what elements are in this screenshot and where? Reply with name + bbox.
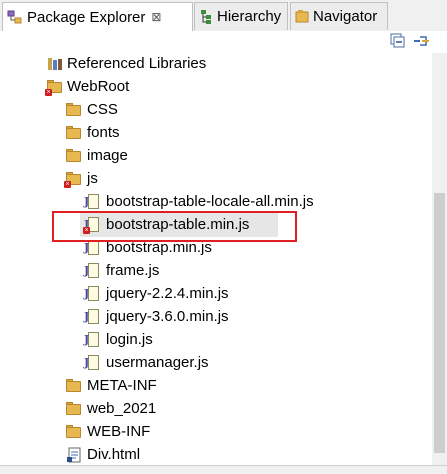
tree-item-meta-inf[interactable]: META-INF: [0, 375, 432, 398]
folder-icon: [66, 378, 82, 394]
tree-item-label: jquery-2.2.4.min.js: [106, 285, 229, 302]
tree-item-login[interactable]: J login.js: [0, 329, 432, 352]
tab-label: Navigator: [313, 8, 378, 25]
navigator-icon: [295, 9, 309, 25]
tree-item-label: login.js: [106, 331, 153, 348]
tree-item-web-inf[interactable]: WEB-INF: [0, 421, 432, 444]
tree-item-div-html[interactable]: Div.html: [0, 444, 432, 466]
view-toolbar: [0, 31, 447, 53]
view-tab-bar: Package Explorer ⊠ Hierarchy Navigator: [0, 0, 447, 32]
js-file-icon: J: [84, 263, 101, 279]
tree-item-label: META-INF: [87, 377, 157, 394]
tree-item-webroot[interactable]: × WebRoot: [0, 76, 432, 99]
tree-item-label: CSS: [87, 101, 118, 118]
html-file-icon: [66, 447, 82, 463]
tree-item-css[interactable]: CSS: [0, 99, 432, 122]
tree-item-label: WebRoot: [67, 78, 130, 95]
tree-item-image[interactable]: image: [0, 145, 432, 168]
folder-icon: [66, 148, 82, 164]
tree-item-label: js: [87, 170, 98, 187]
folder-icon: [66, 401, 82, 417]
tree-item-referenced-libraries[interactable]: Referenced Libraries: [0, 53, 432, 76]
webroot-folder-error-icon: ×: [45, 79, 63, 96]
tree-item-label: usermanager.js: [106, 354, 209, 371]
link-with-editor-icon[interactable]: [412, 33, 429, 49]
package-explorer-icon: [7, 9, 23, 25]
vertical-scrollbar[interactable]: [432, 53, 447, 466]
tree-item-label: WEB-INF: [87, 423, 151, 440]
bottom-edge: [0, 465, 447, 474]
tree-item-frame[interactable]: J frame.js: [0, 260, 432, 283]
tree-item-usermanager[interactable]: J usermanager.js: [0, 352, 432, 375]
js-file-icon: J: [84, 194, 101, 210]
js-file-icon: J: [84, 240, 101, 256]
library-icon: [47, 56, 63, 72]
tree-item-label: image: [87, 147, 128, 164]
tree-item-jquery-3-6-0[interactable]: J jquery-3.6.0.min.js: [0, 306, 432, 329]
tree-item-js[interactable]: × js: [0, 168, 432, 191]
folder-icon: [66, 424, 82, 440]
tree-item-web-2021[interactable]: web_2021: [0, 398, 432, 421]
folder-icon: [66, 102, 82, 118]
tree-item-label: jquery-3.6.0.min.js: [106, 308, 229, 325]
tree-item-label: Div.html: [87, 446, 141, 463]
folder-error-icon: ×: [64, 171, 82, 188]
tab-label: Package Explorer: [27, 8, 146, 26]
collapse-all-icon[interactable]: [390, 33, 406, 49]
tree-item-label: bootstrap-table-locale-all.min.js: [106, 193, 314, 210]
tree-item-label: frame.js: [106, 262, 160, 279]
js-file-icon: J: [84, 355, 101, 371]
js-file-icon: J: [84, 309, 101, 325]
js-file-icon: J: [84, 286, 101, 302]
project-tree[interactable]: Referenced Libraries × WebRoot CSS fonts…: [0, 53, 432, 466]
tab-hierarchy[interactable]: Hierarchy: [194, 2, 288, 30]
tree-item-label: Referenced Libraries: [67, 55, 207, 72]
close-icon[interactable]: ⊠: [151, 10, 161, 24]
tree-item-label: web_2021: [87, 400, 157, 417]
js-file-icon: J: [84, 332, 101, 348]
tree-item-label: fonts: [87, 124, 120, 141]
tab-label: Hierarchy: [217, 8, 282, 25]
tree-item-fonts[interactable]: fonts: [0, 122, 432, 145]
folder-icon: [66, 125, 82, 141]
tab-package-explorer[interactable]: Package Explorer ⊠: [2, 2, 193, 31]
annotation-red-box: [52, 211, 297, 242]
scrollbar-thumb[interactable]: [434, 193, 445, 453]
hierarchy-icon: [199, 9, 213, 25]
tree-item-jquery-2-2-4[interactable]: J jquery-2.2.4.min.js: [0, 283, 432, 306]
tab-navigator[interactable]: Navigator: [290, 2, 388, 30]
